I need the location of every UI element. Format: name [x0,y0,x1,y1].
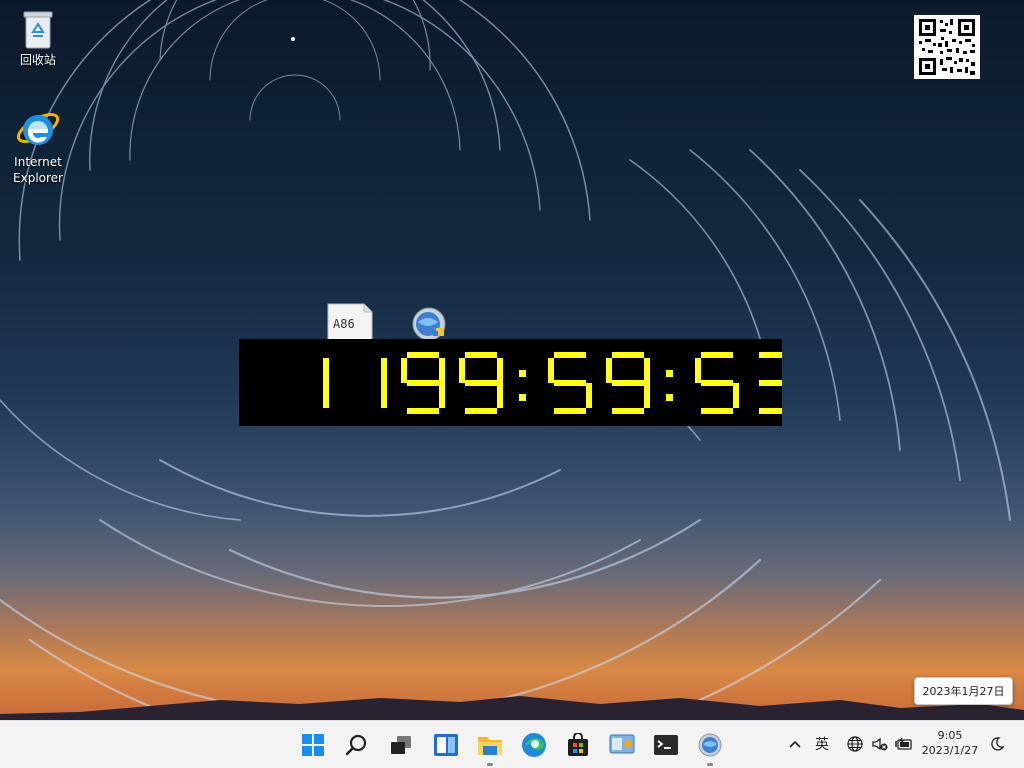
running-indicator [707,763,713,766]
clock-digit-segment [554,352,586,358]
clock-digit-segment [612,380,644,386]
clock-digit-segment [759,352,791,358]
clock-digit-segment [554,408,586,414]
volume-button[interactable] [869,733,891,755]
search-icon [345,734,367,756]
clock-digit-segment [465,408,497,414]
recycle-bin-icon [23,11,53,49]
store-button[interactable] [562,729,594,761]
desktop-icon-internet-explorer[interactable]: Internet Explorer [0,104,76,186]
taskbar-clock[interactable]: 9:05 2023/1/27 [916,728,984,758]
clock-colon-dot [666,370,673,377]
moon-icon [991,737,1005,751]
terminal-button[interactable] [650,729,682,761]
input-method-indicator[interactable]: 英 [810,733,834,755]
edge-icon [522,733,546,757]
edge-button[interactable] [518,729,550,761]
clock-digit-segment [401,358,407,383]
clock-digit-segment [586,383,592,408]
qr-code [914,15,980,79]
clock-digit-segment [644,383,650,408]
clock-digit-segment [497,383,503,408]
network-globe-icon[interactable] [406,302,452,341]
widgets-button[interactable] [430,729,462,761]
clock-digit-segment [465,352,497,358]
control-panel-icon [609,734,635,754]
clock-digit-segment [548,358,554,383]
file-explorer-icon [478,737,502,755]
clock-digit-segment [407,352,439,358]
clock-digit-segment [606,358,612,383]
globe-icon [847,736,863,752]
clock-digit-segment [701,408,733,414]
store-icon [568,733,588,756]
ime-label: 英 [815,737,829,753]
network-app-button[interactable] [694,729,726,766]
network-status-button[interactable] [844,733,866,755]
clock-digit-segment [439,358,445,383]
tooltip-date-text: 2023年1月27日 [922,685,1005,698]
desktop-icon-label-line1: Internet [14,155,62,169]
battery-button[interactable] [893,733,915,755]
clock-digit-segment [381,383,387,408]
speaker-muted-icon [872,737,888,751]
file-explorer-button[interactable] [474,729,506,766]
internet-explorer-icon [16,113,60,145]
battery-charging-icon [895,737,912,750]
chevron-up-icon [789,740,801,748]
taskbar: 英 9:05 2023/1/27 [0,720,1024,768]
widgets-icon [434,734,458,756]
mountain-silhouette [0,696,1024,720]
clock-digit-segment [733,383,739,408]
taskbar-time: 9:05 [937,729,963,742]
clock-digit-segment [439,383,445,408]
clock-colon-dot [666,394,673,401]
file-a86-label: A86 [333,317,355,331]
clock-colon-dot [519,370,526,377]
clock-digit-segment [323,383,329,408]
date-tooltip: 2023年1月27日 [914,677,1013,705]
clock-digit-segment [554,380,586,386]
clock-digit-segment [701,380,733,386]
start-button[interactable] [297,729,329,761]
clock-colon-dot [519,394,526,401]
terminal-icon [654,735,678,755]
running-indicator [487,763,493,766]
clock-digit-segment [407,408,439,414]
clock-digit-segment [459,358,465,383]
desktop-icon-recycle-bin[interactable]: 回收站 [0,10,76,68]
clock-digit-segment [323,358,329,383]
windows-logo-icon [302,734,324,756]
seven-segment-display [323,352,797,414]
clock-digit-segment [612,352,644,358]
clock-digit-segment [497,358,503,383]
clock-digit-segment [381,358,387,383]
notification-button[interactable] [987,733,1007,755]
desktop-icon-label: 回收站 [19,53,56,67]
desktop-icon-label-line2: Explorer [13,171,63,185]
control-panel-button[interactable] [606,729,638,761]
task-view-icon [391,736,411,754]
countdown-clock [239,339,797,426]
taskbar-date: 2023/1/27 [921,744,979,757]
clock-digit-segment [465,380,497,386]
clock-digit-segment [644,358,650,383]
clock-digit-segment [407,380,439,386]
file-a86-icon[interactable]: A86 [327,302,373,341]
clock-digit-segment [701,352,733,358]
search-button[interactable] [341,729,373,761]
task-view-button[interactable] [385,729,417,761]
clock-digit-segment [759,408,791,414]
clock-digit-segment [759,380,791,386]
network-app-icon [698,733,722,757]
show-hidden-icons-button[interactable] [786,733,804,755]
clock-digit-segment [695,358,701,383]
clock-digit-segment [612,408,644,414]
